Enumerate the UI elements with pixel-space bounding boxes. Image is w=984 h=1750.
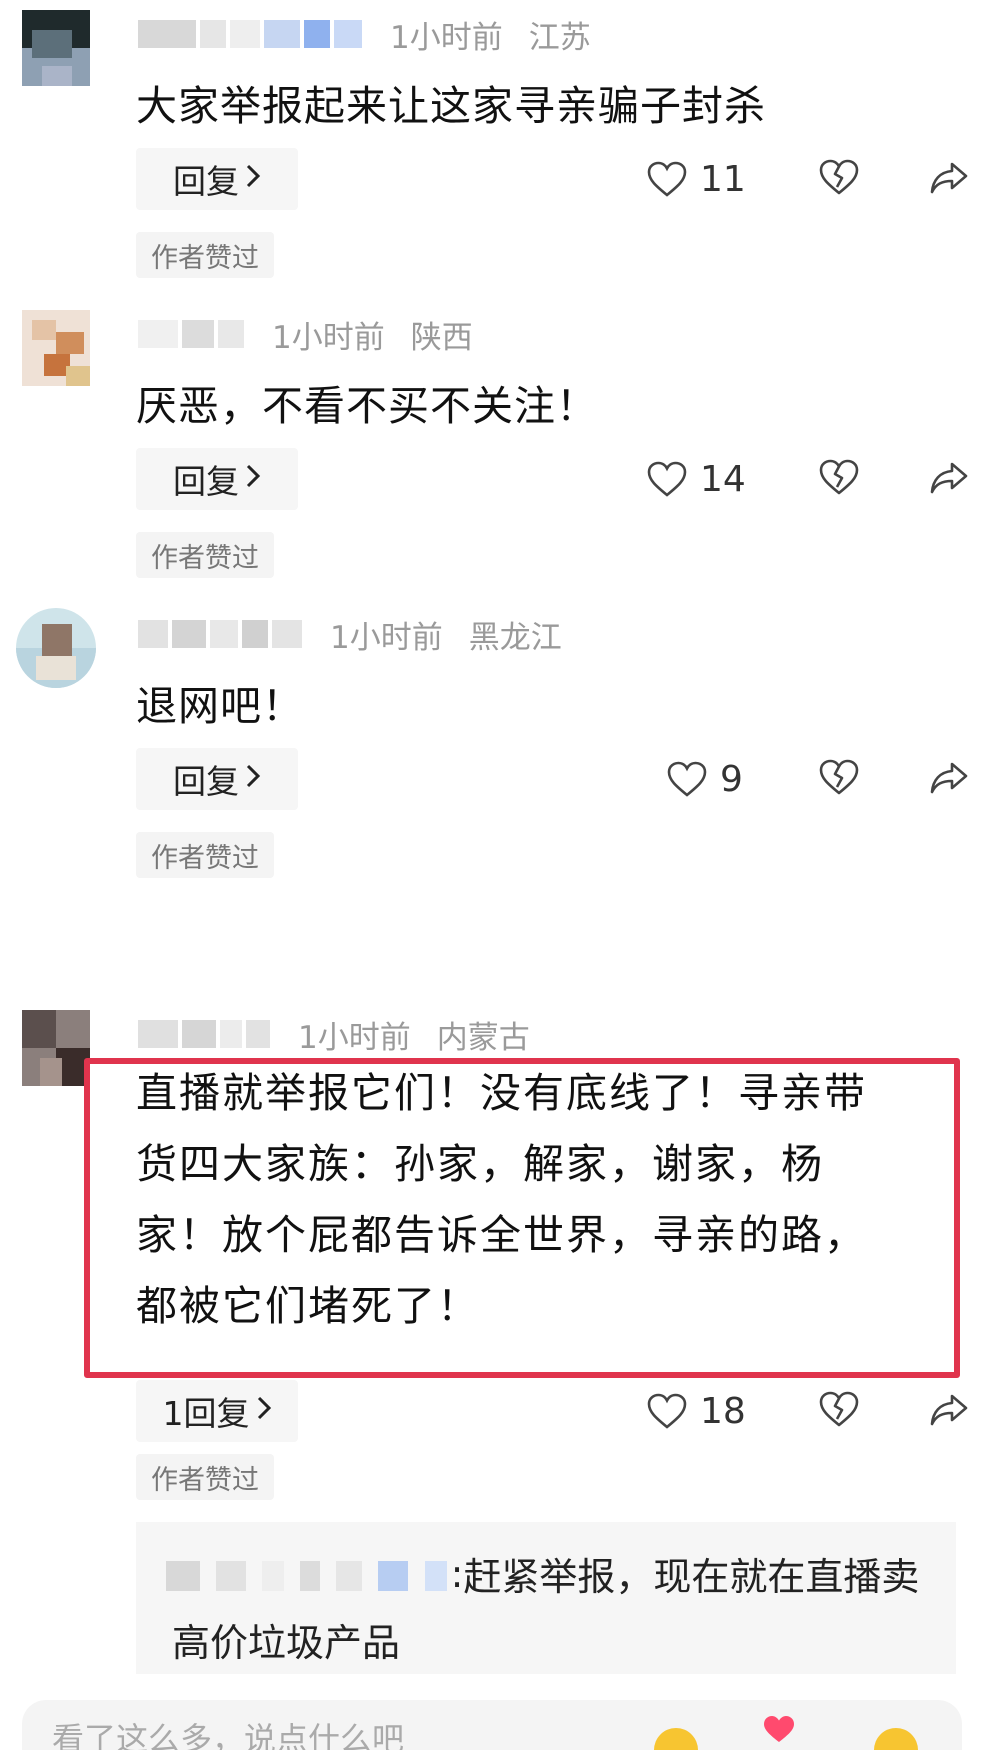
reply-label: 回复 [173, 462, 239, 501]
comment-location: 陕西 [410, 319, 473, 356]
sub-reply-line: : 赶紧举报，现在就在直播卖 [166, 1546, 919, 1601]
comment-text: 退网吧！ [136, 682, 304, 730]
like-button[interactable]: 18 [646, 1384, 746, 1438]
comment-text: 大家举报起来让这家寻亲骗子封杀 [136, 82, 766, 130]
username[interactable] [138, 320, 248, 348]
share-arrow-icon[interactable] [928, 760, 970, 800]
comment-meta: 1小时前 黑龙江 [138, 614, 562, 656]
heart-icon [667, 761, 707, 797]
comment-time: 1小时前 [298, 1019, 411, 1056]
heartbreak-icon[interactable] [818, 757, 860, 801]
comment-item: 1小时前 陕西 厌恶，不看不买不关注！ 回复 14 作者赞过 [0, 300, 984, 600]
share-arrow-icon[interactable] [928, 460, 970, 500]
comment-location: 江苏 [528, 19, 591, 56]
username[interactable] [138, 1020, 274, 1048]
like-count: 14 [700, 458, 746, 500]
comment-time: 1小时前 [330, 619, 443, 656]
sub-reply-colon: : [450, 1551, 464, 1596]
share-arrow-icon[interactable] [928, 160, 970, 200]
chevron-right-icon [245, 462, 261, 497]
author-liked-badge: 作者赞过 [136, 1454, 274, 1500]
comment-text: 厌恶，不看不买不关注！ [136, 382, 598, 430]
avatar[interactable] [22, 310, 90, 386]
share-arrow-icon[interactable] [928, 1392, 970, 1432]
like-button[interactable]: 11 [646, 152, 746, 206]
sub-reply-text-line2: 高价垃圾产品 [172, 1621, 401, 1665]
comment-location: 黑龙江 [468, 619, 562, 656]
username[interactable] [138, 20, 366, 48]
sub-reply-username[interactable] [166, 1552, 451, 1596]
chevron-right-icon [245, 762, 261, 797]
comment-text: 直播就举报它们！没有底线了！寻亲带 货四大家族：孙家，解家，谢家，杨 家！放个屁… [136, 1058, 956, 1342]
heart-icon [647, 1393, 687, 1429]
like-count: 11 [700, 158, 746, 200]
chevron-right-icon [256, 1394, 272, 1429]
heart-emoji-icon[interactable] [762, 1714, 796, 1748]
reply-button[interactable]: 1回复 [136, 1380, 298, 1442]
heartbreak-icon[interactable] [818, 157, 860, 201]
author-liked-badge: 作者赞过 [136, 232, 274, 278]
comment-item: 1小时前 江苏 大家举报起来让这家寻亲骗子封杀 回复 11 作者赞过 [0, 0, 984, 300]
comment-input-placeholder: 看了这么多，说点什么吧 [52, 1720, 405, 1750]
comment-meta: 1小时前 内蒙古 [138, 1014, 530, 1056]
comment-list: 1小时前 江苏 大家举报起来让这家寻亲骗子封杀 回复 11 作者赞过 1小时前 … [0, 0, 984, 1750]
author-liked-badge: 作者赞过 [136, 832, 274, 878]
like-button[interactable]: 14 [646, 452, 746, 506]
avatar[interactable] [16, 608, 96, 688]
comment-meta: 1小时前 江苏 [138, 14, 591, 56]
reply-button[interactable]: 回复 [136, 748, 298, 810]
heartbreak-icon[interactable] [818, 1389, 860, 1433]
comment-time: 1小时前 [390, 19, 503, 56]
like-button[interactable]: 9 [666, 752, 743, 806]
chevron-right-icon [245, 162, 261, 197]
avatar[interactable] [22, 1010, 90, 1086]
like-count: 9 [720, 758, 743, 800]
comment-time: 1小时前 [272, 319, 385, 356]
like-count: 18 [700, 1390, 746, 1432]
comment-input-bar[interactable]: 看了这么多，说点什么吧 [22, 1700, 962, 1750]
reply-label: 回复 [173, 162, 239, 201]
sub-reply-text: 赶紧举报，现在就在直播卖 [463, 1555, 920, 1599]
reply-label: 1回复 [162, 1394, 250, 1433]
comment-text-line: 货四大家族：孙家，解家，谢家，杨 [136, 1140, 824, 1188]
sub-reply[interactable]: : 赶紧举报，现在就在直播卖 高价垃圾产品 [136, 1522, 956, 1674]
heart-icon [647, 461, 687, 497]
author-liked-badge: 作者赞过 [136, 532, 274, 578]
emoji-icon[interactable] [872, 1726, 920, 1750]
reply-button[interactable]: 回复 [136, 148, 298, 210]
comment-location: 内蒙古 [436, 1019, 530, 1056]
heart-icon [647, 161, 687, 197]
avatar[interactable] [22, 10, 90, 86]
emoji-icon[interactable] [652, 1726, 700, 1750]
comment-text-line: 家！放个屁都告诉全世界，寻亲的路， [136, 1211, 867, 1259]
comment-meta: 1小时前 陕西 [138, 314, 473, 356]
reply-label: 回复 [173, 762, 239, 801]
comment-text-line: 都被它们堵死了！ [136, 1282, 480, 1330]
username[interactable] [138, 620, 306, 648]
heartbreak-icon[interactable] [818, 457, 860, 501]
comment-item: 1小时前 黑龙江 退网吧！ 回复 9 作者赞过 [0, 600, 984, 900]
reply-button[interactable]: 回复 [136, 448, 298, 510]
comment-text-line: 直播就举报它们！没有底线了！寻亲带 [136, 1069, 867, 1117]
